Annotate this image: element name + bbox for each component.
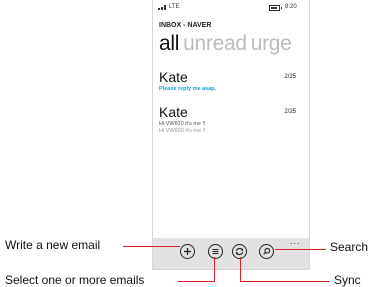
message-preview: Please reply me asap. <box>159 86 217 92</box>
callout-select: Select one or more emails <box>5 273 145 287</box>
message-item[interactable]: Kate 2/25 Please reply me asap. <box>159 69 303 93</box>
pivot-unread[interactable]: unread <box>183 32 247 55</box>
signal-icon <box>158 4 168 10</box>
more-options-button[interactable]: ... <box>290 236 301 246</box>
callout-sync: Sync <box>334 273 361 287</box>
message-preview-line2: Hi VW820 it's me !! <box>159 128 206 134</box>
callout-line-sync <box>240 281 330 282</box>
search-button[interactable] <box>259 244 274 259</box>
battery-icon <box>269 5 282 11</box>
message-sender: Kate <box>159 69 188 85</box>
callout-line-new-email <box>123 246 180 247</box>
callout-line-select <box>178 281 214 282</box>
pivot-urgent[interactable]: urge <box>251 32 292 55</box>
select-emails-button[interactable] <box>208 244 223 259</box>
pivot-header: all unread urge <box>159 32 296 56</box>
callout-line-select-vertical <box>214 257 215 282</box>
message-date: 2/25 <box>284 74 296 80</box>
app-bar: ... <box>153 236 309 269</box>
search-icon <box>263 247 271 255</box>
callout-line-search <box>275 249 326 250</box>
callout-search: Search <box>330 240 369 254</box>
phone-screen: LTE 8:20 INBOX - NAVER all unread urge Kat… <box>152 0 310 270</box>
account-title: INBOX - NAVER <box>159 22 212 29</box>
message-date: 2/25 <box>284 109 296 115</box>
message-item[interactable]: Kate 2/25 Hi VW820 it's me !! Hi VW820 i… <box>159 104 303 135</box>
plus-icon <box>184 248 191 255</box>
network-type: LTE <box>169 4 180 10</box>
list-icon <box>212 249 219 254</box>
callout-new-email: Write a new email <box>5 238 101 252</box>
pivot-all[interactable]: all <box>159 32 179 55</box>
new-email-button[interactable] <box>180 244 195 259</box>
callout-line-sync-vertical <box>240 257 241 282</box>
message-sender: Kate <box>159 104 188 120</box>
status-bar: LTE 8:20 <box>153 0 309 14</box>
message-preview: Hi VW820 it's me !! <box>159 121 206 127</box>
clock: 8:20 <box>285 4 297 10</box>
